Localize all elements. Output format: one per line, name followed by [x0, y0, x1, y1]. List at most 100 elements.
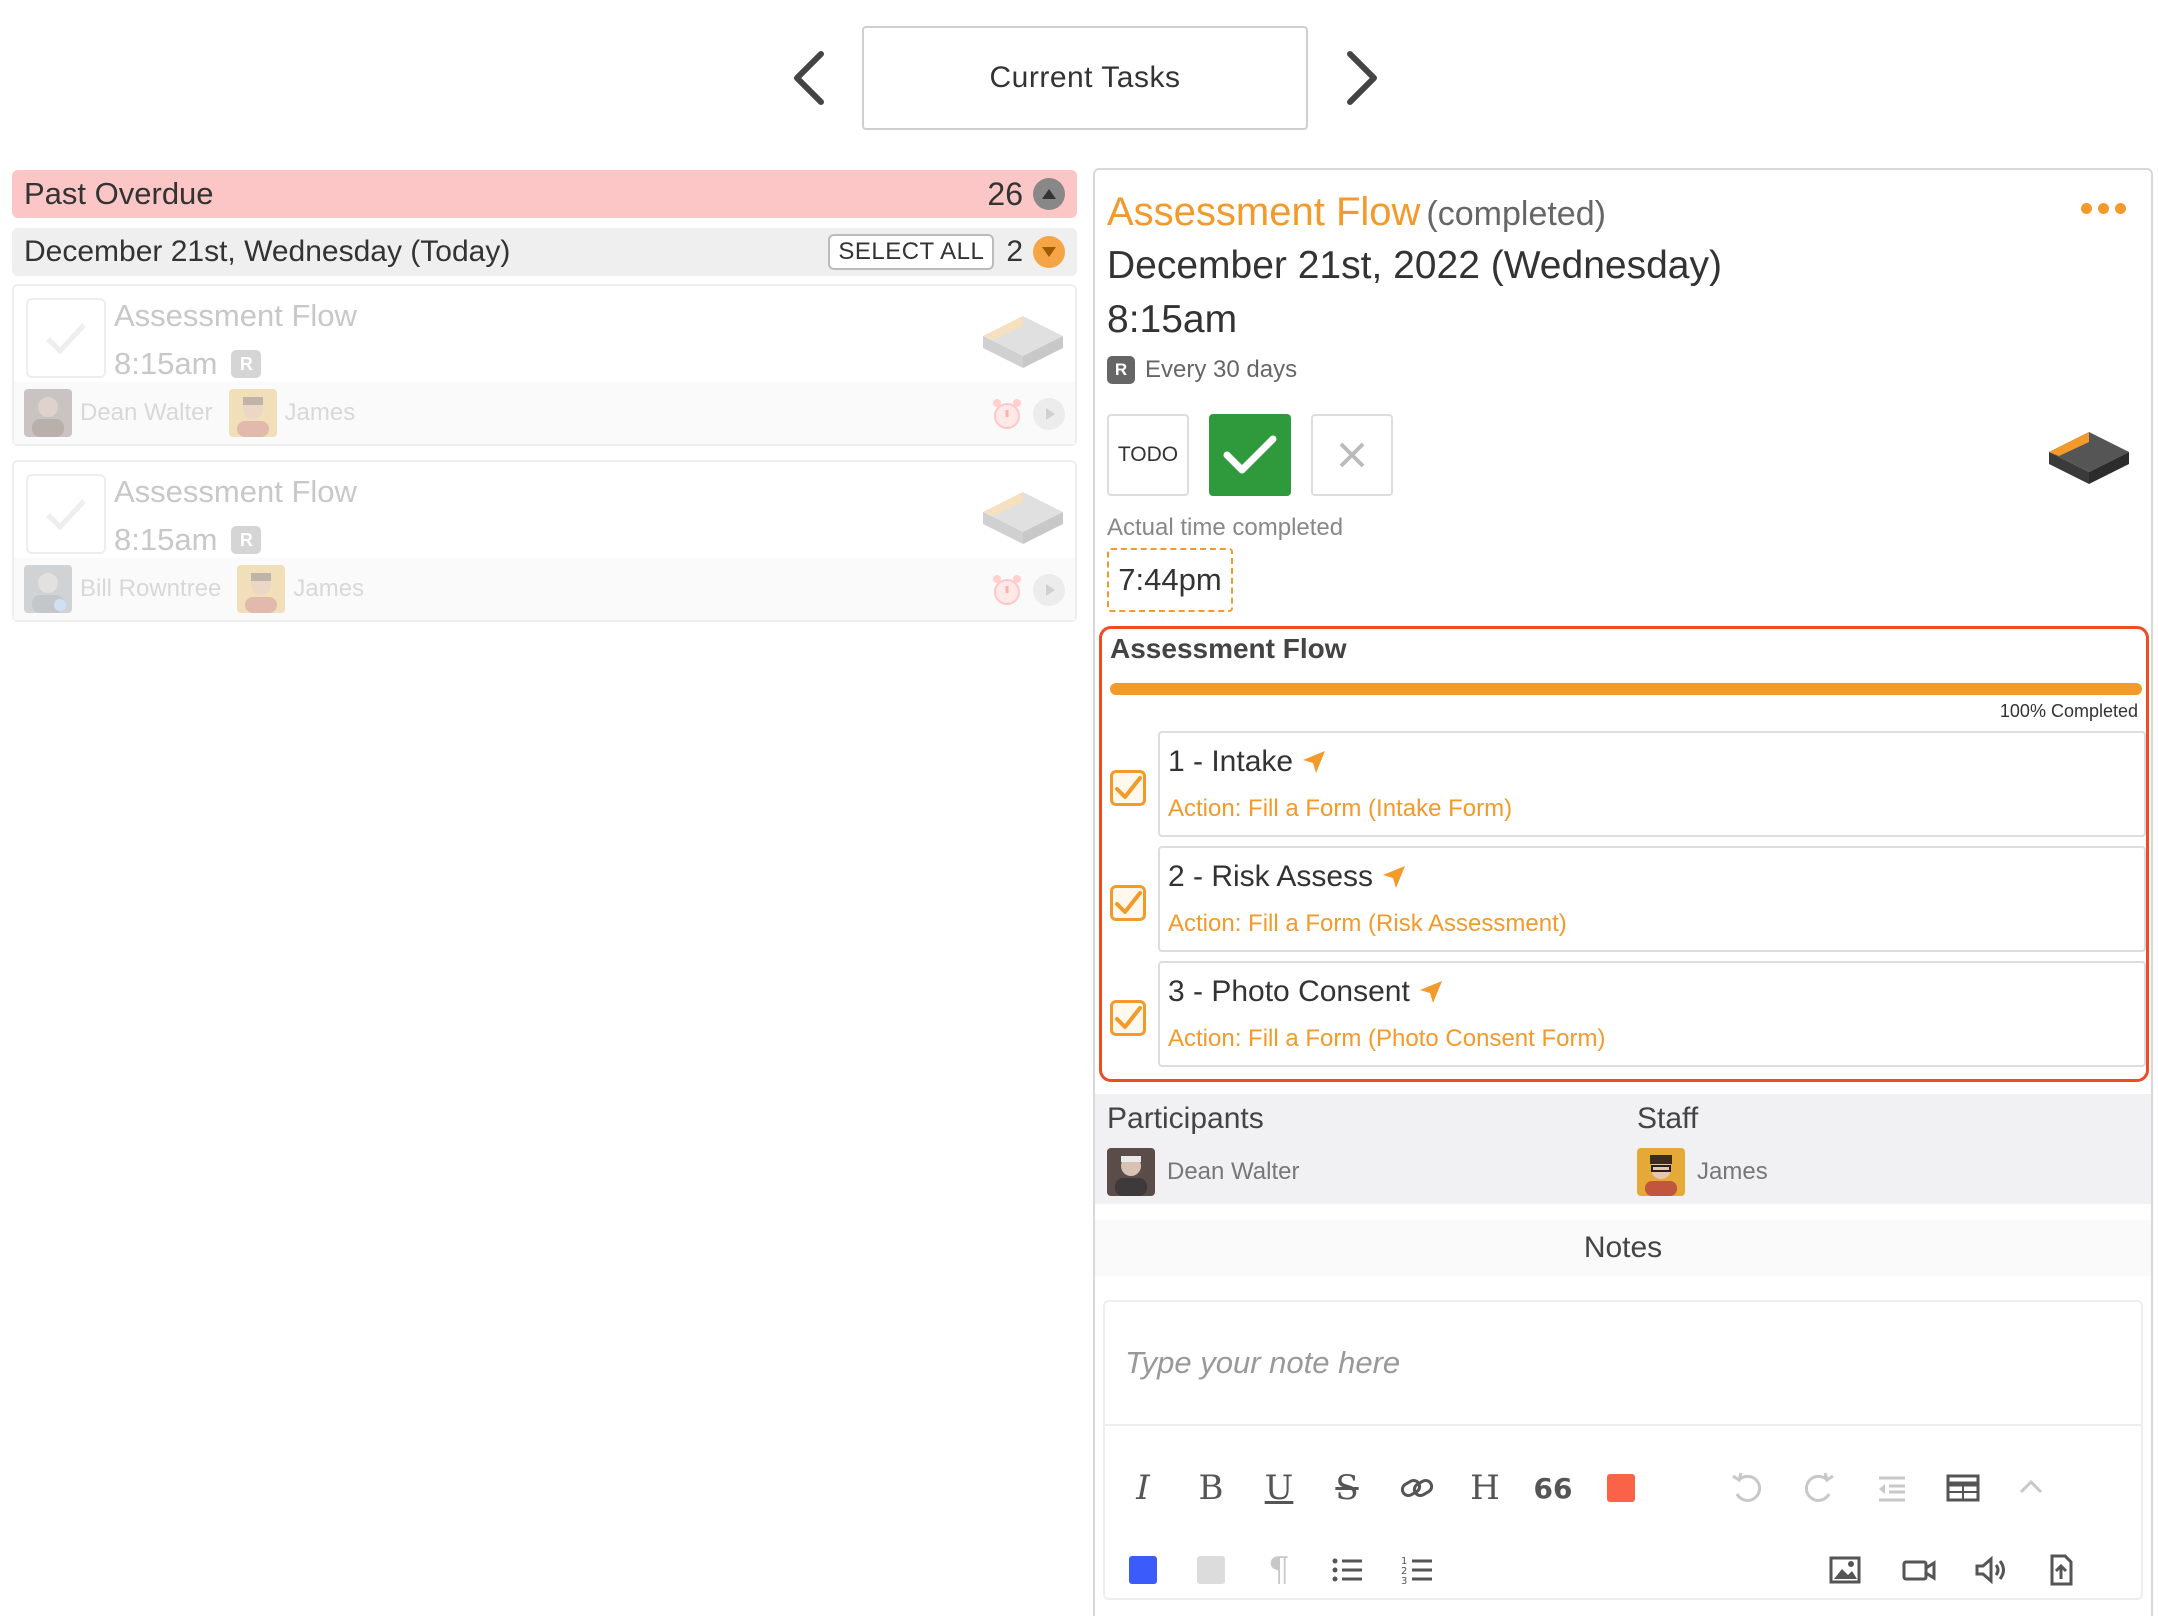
staff-name: James: [1697, 1158, 1768, 1185]
complete-button[interactable]: [1209, 414, 1291, 496]
step-checkbox[interactable]: [1110, 1000, 1146, 1036]
numbered-list-icon[interactable]: 123: [1393, 1546, 1441, 1594]
past-overdue-count: 26: [987, 175, 1023, 212]
check-icon: [46, 323, 86, 355]
task-card[interactable]: Assessment Flow 8:15am R Dean Walter Jam…: [12, 284, 1077, 446]
detail-title: Assessment Flow: [1107, 190, 1421, 234]
play-icon[interactable]: [1033, 398, 1065, 430]
recurring-badge: R: [1107, 356, 1135, 384]
flow-section: Assessment Flow 100% Completed 1 - Intak…: [1099, 626, 2149, 1082]
past-overdue-header[interactable]: Past Overdue 26: [12, 170, 1077, 218]
video-icon[interactable]: [1895, 1546, 1943, 1594]
people-section: Participants Dean Walter Staff James: [1095, 1094, 2151, 1204]
step-action[interactable]: Action: Fill a Form (Photo Consent Form): [1168, 1025, 1605, 1053]
close-icon: [1339, 442, 1365, 468]
task-type-stack-icon: [2049, 432, 2129, 484]
expand-down-icon[interactable]: [1033, 236, 1065, 268]
cancel-button[interactable]: [1311, 414, 1393, 496]
step-checkbox[interactable]: [1110, 770, 1146, 806]
underline-button[interactable]: U: [1255, 1464, 1303, 1512]
bullet-list-icon[interactable]: [1323, 1546, 1371, 1594]
task-title: Assessment Flow: [114, 298, 357, 333]
check-icon: [1115, 776, 1142, 799]
task-time: 8:15am: [114, 346, 218, 381]
check-icon: [1115, 1006, 1142, 1029]
participants-heading: Participants: [1107, 1102, 1264, 1135]
image-icon[interactable]: [1821, 1546, 1869, 1594]
collapse-toolbar-icon[interactable]: [2007, 1464, 2055, 1512]
task-detail-panel: Assessment Flow (completed) December 21st…: [1093, 168, 2153, 1616]
task-time: 8:15am: [114, 522, 218, 557]
navigate-arrow-icon[interactable]: [1301, 749, 1327, 775]
flow-step[interactable]: 3 - Photo Consent Action: Fill a Form (P…: [1158, 961, 2146, 1067]
text-color-button[interactable]: [1597, 1464, 1645, 1512]
current-tasks-label: Current Tasks: [989, 61, 1181, 94]
link-icon[interactable]: [1393, 1464, 1441, 1512]
participant-name: Dean Walter: [1167, 1158, 1300, 1185]
today-count: 2: [1006, 235, 1023, 268]
step-checkbox[interactable]: [1110, 885, 1146, 921]
staff-avatar: [1637, 1148, 1685, 1196]
flow-step[interactable]: 1 - Intake Action: Fill a Form (Intake F…: [1158, 731, 2146, 837]
note-input[interactable]: [1105, 1302, 2141, 1426]
participant-avatar: [24, 565, 72, 613]
current-tasks-button[interactable]: Current Tasks: [862, 26, 1308, 130]
file-upload-icon[interactable]: [2037, 1546, 2085, 1594]
task-checkbox[interactable]: [26, 298, 106, 378]
todo-button[interactable]: TODO: [1107, 414, 1189, 496]
detail-date: December 21st, 2022 (Wednesday): [1107, 244, 1722, 287]
play-icon[interactable]: [1033, 574, 1065, 606]
notes-editor: I B U S H 66 ¶ 123: [1103, 1300, 2143, 1600]
task-card[interactable]: Assessment Flow 8:15am R Bill Rowntree J…: [12, 460, 1077, 622]
task-type-stack-icon: [983, 492, 1063, 544]
staff-name: James: [284, 399, 356, 426]
task-people-row: Dean Walter James: [14, 382, 1075, 444]
strikethrough-button[interactable]: S: [1323, 1464, 1371, 1512]
task-type-stack-icon: [983, 316, 1063, 368]
more-options-icon[interactable]: [2081, 198, 2131, 218]
step-action[interactable]: Action: Fill a Form (Intake Form): [1168, 795, 1512, 823]
italic-button[interactable]: I: [1119, 1464, 1167, 1512]
check-icon: [46, 499, 86, 531]
staff-avatar: [228, 389, 277, 437]
bold-button[interactable]: B: [1187, 1464, 1235, 1512]
actual-time-label: Actual time completed: [1107, 514, 1344, 541]
actual-time-field[interactable]: 7:44pm: [1107, 548, 1233, 612]
step-title: 2 - Risk Assess: [1168, 860, 1374, 893]
staff-name: James: [293, 575, 365, 602]
collapse-up-icon[interactable]: [1033, 178, 1065, 210]
participant-avatar: [24, 389, 72, 437]
step-action[interactable]: Action: Fill a Form (Risk Assessment): [1168, 910, 1567, 938]
audio-icon[interactable]: [1967, 1546, 2015, 1594]
task-checkbox[interactable]: [26, 474, 106, 554]
step-title: 3 - Photo Consent: [1168, 975, 1410, 1008]
flow-title: Assessment Flow: [1110, 633, 1347, 664]
alarm-icon[interactable]: [989, 396, 1025, 432]
staff-heading: Staff: [1637, 1102, 1699, 1135]
past-overdue-label: Past Overdue: [24, 176, 214, 211]
flow-progress-label: 100% Completed: [1999, 701, 2138, 721]
next-chevron-icon[interactable]: [1336, 48, 1386, 108]
svg-text:3: 3: [1401, 1576, 1407, 1587]
table-icon[interactable]: [1939, 1464, 1987, 1512]
undo-icon[interactable]: [1723, 1464, 1771, 1512]
clear-color-button[interactable]: [1187, 1546, 1235, 1594]
flow-step[interactable]: 2 - Risk Assess Action: Fill a Form (Ris…: [1158, 846, 2146, 952]
alarm-icon[interactable]: [989, 572, 1025, 608]
task-people-row: Bill Rowntree James: [14, 558, 1075, 620]
outdent-icon[interactable]: [1867, 1464, 1915, 1512]
highlight-color-button[interactable]: [1119, 1546, 1167, 1594]
quote-button[interactable]: 66: [1529, 1464, 1577, 1512]
prev-chevron-icon[interactable]: [785, 48, 835, 108]
participant-name: Dean Walter: [80, 399, 213, 426]
task-title: Assessment Flow: [114, 474, 357, 509]
redo-icon[interactable]: [1795, 1464, 1843, 1512]
navigate-arrow-icon[interactable]: [1418, 979, 1444, 1005]
paragraph-button[interactable]: ¶: [1255, 1546, 1303, 1594]
check-icon: [1223, 435, 1277, 474]
recurring-badge: R: [231, 350, 262, 378]
today-header[interactable]: December 21st, Wednesday (Today) SELECT …: [12, 228, 1077, 276]
heading-button[interactable]: H: [1461, 1464, 1509, 1512]
navigate-arrow-icon[interactable]: [1381, 864, 1407, 890]
select-all-button[interactable]: SELECT ALL: [828, 234, 995, 270]
